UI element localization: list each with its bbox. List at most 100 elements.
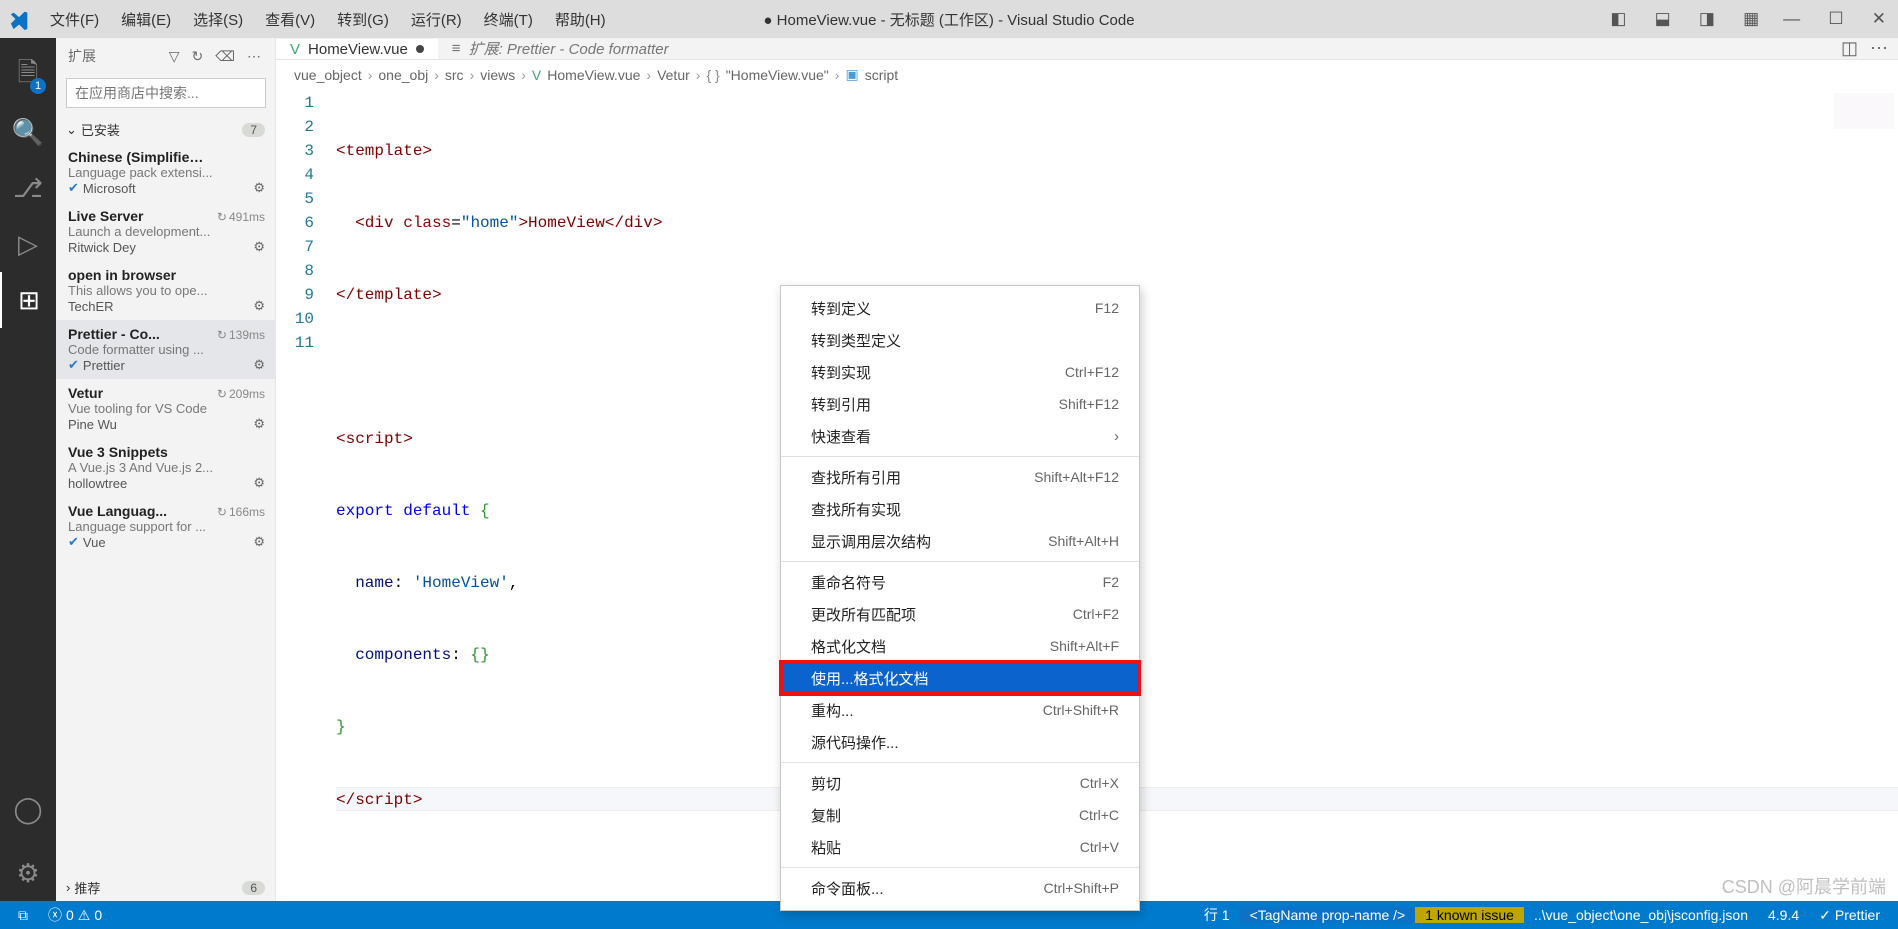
extension-name: Prettier - Co... — [68, 326, 160, 342]
section-installed-count: 7 — [242, 123, 265, 137]
activity-scm-icon[interactable]: ⎇ — [0, 160, 56, 216]
extension-publisher: hollowtree — [68, 476, 127, 491]
menu-goto[interactable]: 转到(G) — [327, 5, 399, 34]
gear-icon[interactable]: ⚙ — [253, 180, 265, 196]
activity-account-icon[interactable]: ◯ — [0, 781, 56, 837]
more-icon[interactable]: ⋯ — [241, 48, 267, 65]
section-recommended[interactable]: › 推荐 6 — [56, 874, 275, 901]
extension-name: open in browser — [68, 267, 176, 283]
extension-item[interactable]: Vue Languag...↻166msLanguage support for… — [56, 497, 275, 556]
extension-item[interactable]: Vue 3 SnippetsA Vue.js 3 And Vue.js 2...… — [56, 438, 275, 497]
clock-icon: ↻ — [217, 328, 227, 342]
tab-label: 扩展: Prettier - Code formatter — [469, 38, 669, 59]
gear-icon[interactable]: ⚙ — [253, 239, 265, 255]
toggle-left-panel-icon[interactable]: ◧ — [1598, 9, 1638, 28]
minimize-icon[interactable]: ― — [1771, 9, 1812, 28]
gear-icon[interactable]: ⚙ — [253, 298, 265, 314]
customize-layout-icon[interactable]: ▦ — [1731, 9, 1771, 28]
extension-item[interactable]: Chinese (Simplified) (...Language pack e… — [56, 143, 275, 202]
extension-description: Code formatter using ... — [68, 342, 265, 357]
context-menu-item[interactable]: 复制Ctrl+C — [781, 799, 1139, 831]
extension-description: Language support for ... — [68, 519, 265, 534]
extension-item[interactable]: Live Server↻491msLaunch a development...… — [56, 202, 275, 261]
context-menu-item[interactable]: 查找所有引用Shift+Alt+F12 — [781, 461, 1139, 493]
refresh-icon[interactable]: ↻ — [185, 48, 209, 65]
verified-icon — [68, 534, 79, 550]
context-menu-item[interactable]: 命令面板...Ctrl+Shift+P — [781, 872, 1139, 904]
tab-more-icon[interactable]: ⋯ — [1870, 38, 1888, 59]
explorer-badge: 1 — [30, 78, 46, 94]
context-menu-item[interactable]: 转到引用Shift+F12 — [781, 388, 1139, 420]
extension-item[interactable]: Prettier - Co...↻139msCode formatter usi… — [56, 320, 275, 379]
gear-icon[interactable]: ⚙ — [253, 357, 265, 373]
toggle-bottom-panel-icon[interactable]: ⬓ — [1643, 9, 1683, 28]
context-menu-item[interactable]: 转到定义F12 — [781, 292, 1139, 324]
context-menu-item[interactable]: 快速查看 — [781, 420, 1139, 452]
context-menu-item[interactable]: 剪切Ctrl+X — [781, 767, 1139, 799]
extension-name: Vetur — [68, 385, 103, 401]
extension-description: Vue tooling for VS Code — [68, 401, 265, 416]
extension-name: Chinese (Simplified) (... — [68, 149, 208, 165]
minimap[interactable] — [1834, 93, 1894, 129]
clock-icon: ↻ — [217, 210, 227, 224]
filter-icon[interactable]: ▽ — [163, 48, 186, 65]
maximize-icon[interactable]: ☐ — [1816, 9, 1855, 28]
sidebar-title: 扩展 — [68, 46, 163, 66]
clock-icon: ↻ — [217, 387, 227, 401]
context-menu-item[interactable]: 重构...Ctrl+Shift+R — [781, 694, 1139, 726]
chevron-down-icon: ⌄ — [66, 122, 77, 138]
context-menu-item[interactable]: 重命名符号F2 — [781, 566, 1139, 598]
dirty-indicator-icon — [416, 45, 424, 53]
extension-publisher: TechER — [68, 299, 114, 314]
context-menu-item[interactable]: 源代码操作... — [781, 726, 1139, 758]
menu-select[interactable]: 选择(S) — [183, 5, 253, 34]
gear-icon[interactable]: ⚙ — [253, 416, 265, 432]
extension-description: Language pack extensi... — [68, 165, 265, 180]
extension-publisher: Microsoft — [68, 180, 136, 196]
activity-extensions-icon[interactable]: ⊞ — [0, 272, 56, 328]
menu-help[interactable]: 帮助(H) — [545, 5, 616, 34]
context-menu-item[interactable]: 显示调用层次结构Shift+Alt+H — [781, 525, 1139, 557]
extension-item[interactable]: Vetur↻209msVue tooling for VS CodePine W… — [56, 379, 275, 438]
section-installed[interactable]: ⌄ 已安装 7 — [56, 116, 275, 143]
breadcrumbs[interactable]: vue_object› one_obj› src› views› V HomeV… — [276, 60, 1898, 89]
menu-view[interactable]: 查看(V) — [255, 5, 325, 34]
menu-file[interactable]: 文件(F) — [40, 5, 109, 34]
context-menu-item[interactable]: 转到实现Ctrl+F12 — [781, 356, 1139, 388]
gear-icon[interactable]: ⚙ — [253, 534, 265, 550]
activity-settings-icon[interactable]: ⚙ — [0, 845, 56, 901]
menu-run[interactable]: 运行(R) — [401, 5, 472, 34]
activity-explorer-icon[interactable]: 🗎1 — [0, 48, 56, 104]
close-icon[interactable]: ✕ — [1860, 9, 1898, 28]
section-installed-label: 已安装 — [81, 120, 120, 139]
vue-file-icon: V — [290, 41, 300, 58]
status-problems[interactable]: ⓧ 0 ⚠ 0 — [38, 905, 112, 925]
activity-debug-icon[interactable]: ▷ — [0, 216, 56, 272]
extensions-search-input[interactable] — [66, 78, 266, 108]
context-menu-item[interactable]: 更改所有匹配项Ctrl+F2 — [781, 598, 1139, 630]
tab-prettier[interactable]: ≡ 扩展: Prettier - Code formatter — [438, 38, 683, 59]
split-editor-icon[interactable]: ◫ — [1841, 38, 1858, 59]
gear-icon[interactable]: ⚙ — [253, 475, 265, 491]
context-menu-item[interactable]: 查找所有实现 — [781, 493, 1139, 525]
clock-icon: ↻ — [217, 505, 227, 519]
verified-icon — [68, 357, 79, 373]
extension-publisher: Ritwick Dey — [68, 240, 136, 255]
context-menu-item[interactable]: 粘贴Ctrl+V — [781, 831, 1139, 863]
context-menu-item[interactable]: 使用...格式化文档 — [781, 662, 1139, 694]
clear-icon[interactable]: ⌫ — [209, 48, 241, 65]
activity-search-icon[interactable]: 🔍 — [0, 104, 56, 160]
menu-terminal[interactable]: 终端(T) — [474, 5, 543, 34]
extension-item[interactable]: open in browserThis allows you to ope...… — [56, 261, 275, 320]
extension-description: This allows you to ope... — [68, 283, 265, 298]
extension-publisher: Prettier — [68, 357, 125, 373]
extension-publisher: Pine Wu — [68, 417, 117, 432]
tab-homeview[interactable]: V HomeView.vue — [276, 38, 438, 59]
context-menu-item[interactable]: 格式化文档Shift+Alt+F — [781, 630, 1139, 662]
tab-label: HomeView.vue — [308, 41, 408, 58]
menu-edit[interactable]: 编辑(E) — [111, 5, 181, 34]
status-remote-icon[interactable]: ⧉ — [8, 907, 38, 924]
title-bar: 文件(F) 编辑(E) 选择(S) 查看(V) 转到(G) 运行(R) 终端(T… — [0, 0, 1898, 38]
toggle-right-panel-icon[interactable]: ◨ — [1687, 9, 1727, 28]
context-menu-item[interactable]: 转到类型定义 — [781, 324, 1139, 356]
